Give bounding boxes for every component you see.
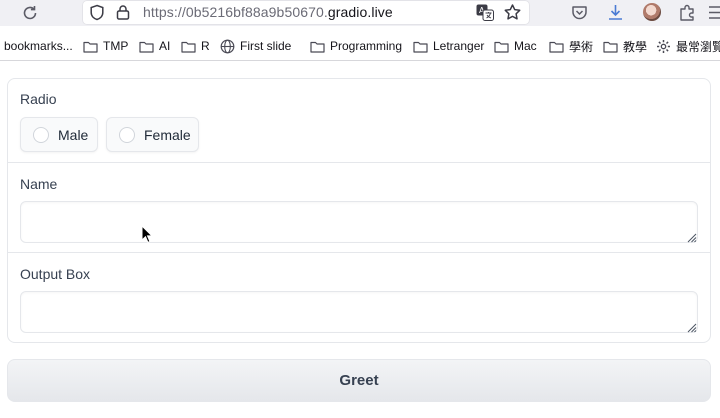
- bookmark-label: Letranger: [433, 39, 485, 53]
- radio-option-male[interactable]: Male: [20, 117, 98, 152]
- output-block: Output Box: [8, 252, 710, 342]
- globe-icon: [220, 39, 235, 53]
- translate-icon[interactable]: A: [476, 4, 494, 21]
- bookmark-label: 最常瀏覽: [676, 39, 720, 54]
- shield-icon[interactable]: [89, 4, 105, 21]
- gradio-form: Radio Male Female Name Output Box: [7, 78, 711, 343]
- lock-icon[interactable]: [116, 4, 130, 20]
- account-avatar-icon[interactable]: [643, 3, 661, 21]
- url-prefix: https://0b5216bf88a9b50670.: [143, 4, 328, 20]
- bookmark-label: 學術: [569, 39, 594, 54]
- gear-icon: [657, 39, 670, 53]
- radio-block: Radio Male Female: [8, 79, 710, 162]
- radio-circle[interactable]: [33, 126, 49, 143]
- more-icon[interactable]: [707, 3, 720, 22]
- bookmark-folder-teaching[interactable]: 教學: [603, 38, 647, 54]
- bookmark-label: First slide: [240, 39, 292, 53]
- address-bar[interactable]: https://0b5216bf88a9b50670.gradio.live A: [82, 0, 530, 25]
- folder-icon: [181, 41, 196, 53]
- name-input[interactable]: [20, 201, 698, 243]
- bookmark-label: Mac: [514, 39, 537, 53]
- resize-grip-icon[interactable]: [686, 322, 697, 333]
- output-label: Output Box: [20, 266, 91, 282]
- mouse-cursor-icon: [141, 225, 153, 243]
- bookmark-folder-programming[interactable]: Programming: [310, 38, 402, 54]
- bookmark-label: Programming: [330, 39, 403, 53]
- url-host: gradio.live: [327, 4, 393, 20]
- bookmark-folder-mac[interactable]: Mac: [494, 38, 537, 54]
- bookmark-most-visited[interactable]: 最常瀏覽: [656, 38, 720, 54]
- folder-icon: [413, 41, 428, 53]
- bookmark-folder-academic[interactable]: 學術: [549, 38, 593, 54]
- radio-label: Radio: [20, 91, 57, 107]
- folder-icon: [494, 41, 509, 53]
- pocket-icon[interactable]: [570, 3, 589, 22]
- bookmark-label: TMP: [103, 39, 129, 53]
- chrome-divider: [0, 60, 720, 61]
- folder-icon: [83, 41, 98, 53]
- bookmark-label: R: [201, 39, 210, 53]
- bookmark-folder-ai[interactable]: AI: [139, 38, 170, 54]
- bookmark-folder-tmp[interactable]: TMP: [83, 38, 128, 54]
- resize-grip-icon[interactable]: [686, 232, 697, 243]
- bookmark-label: AI: [159, 39, 171, 53]
- radio-option-female[interactable]: Female: [106, 117, 199, 152]
- output-textbox[interactable]: [20, 291, 698, 333]
- reload-icon[interactable]: [20, 3, 40, 23]
- bookmark-item[interactable]: bookmarks...: [4, 38, 73, 54]
- folder-icon: [310, 41, 325, 53]
- url-text[interactable]: https://0b5216bf88a9b50670.gradio.live: [143, 4, 393, 20]
- folder-icon: [603, 41, 618, 53]
- folder-icon: [549, 41, 564, 53]
- radio-option-label: Female: [144, 126, 191, 143]
- download-icon[interactable]: [606, 3, 625, 22]
- star-icon[interactable]: [503, 3, 522, 22]
- name-label: Name: [20, 176, 58, 192]
- radio-option-label: Male: [58, 126, 89, 143]
- extensions-icon[interactable]: [678, 3, 697, 22]
- bookmark-folder-r[interactable]: R: [181, 38, 210, 54]
- bookmark-label: 教學: [623, 39, 648, 54]
- bookmark-label: bookmarks...: [4, 39, 73, 53]
- name-block: Name: [8, 162, 710, 252]
- greet-button[interactable]: Greet: [7, 359, 711, 402]
- folder-icon: [139, 41, 154, 53]
- browser-toolbar: https://0b5216bf88a9b50670.gradio.live A: [0, 0, 720, 26]
- radio-circle[interactable]: [119, 126, 135, 143]
- bookmark-folder-letranger[interactable]: Letranger: [413, 38, 484, 54]
- bookmarks-bar: bookmarks... TMP AI R First slide Progra…: [0, 33, 720, 59]
- bookmark-first-slide[interactable]: First slide: [220, 38, 291, 54]
